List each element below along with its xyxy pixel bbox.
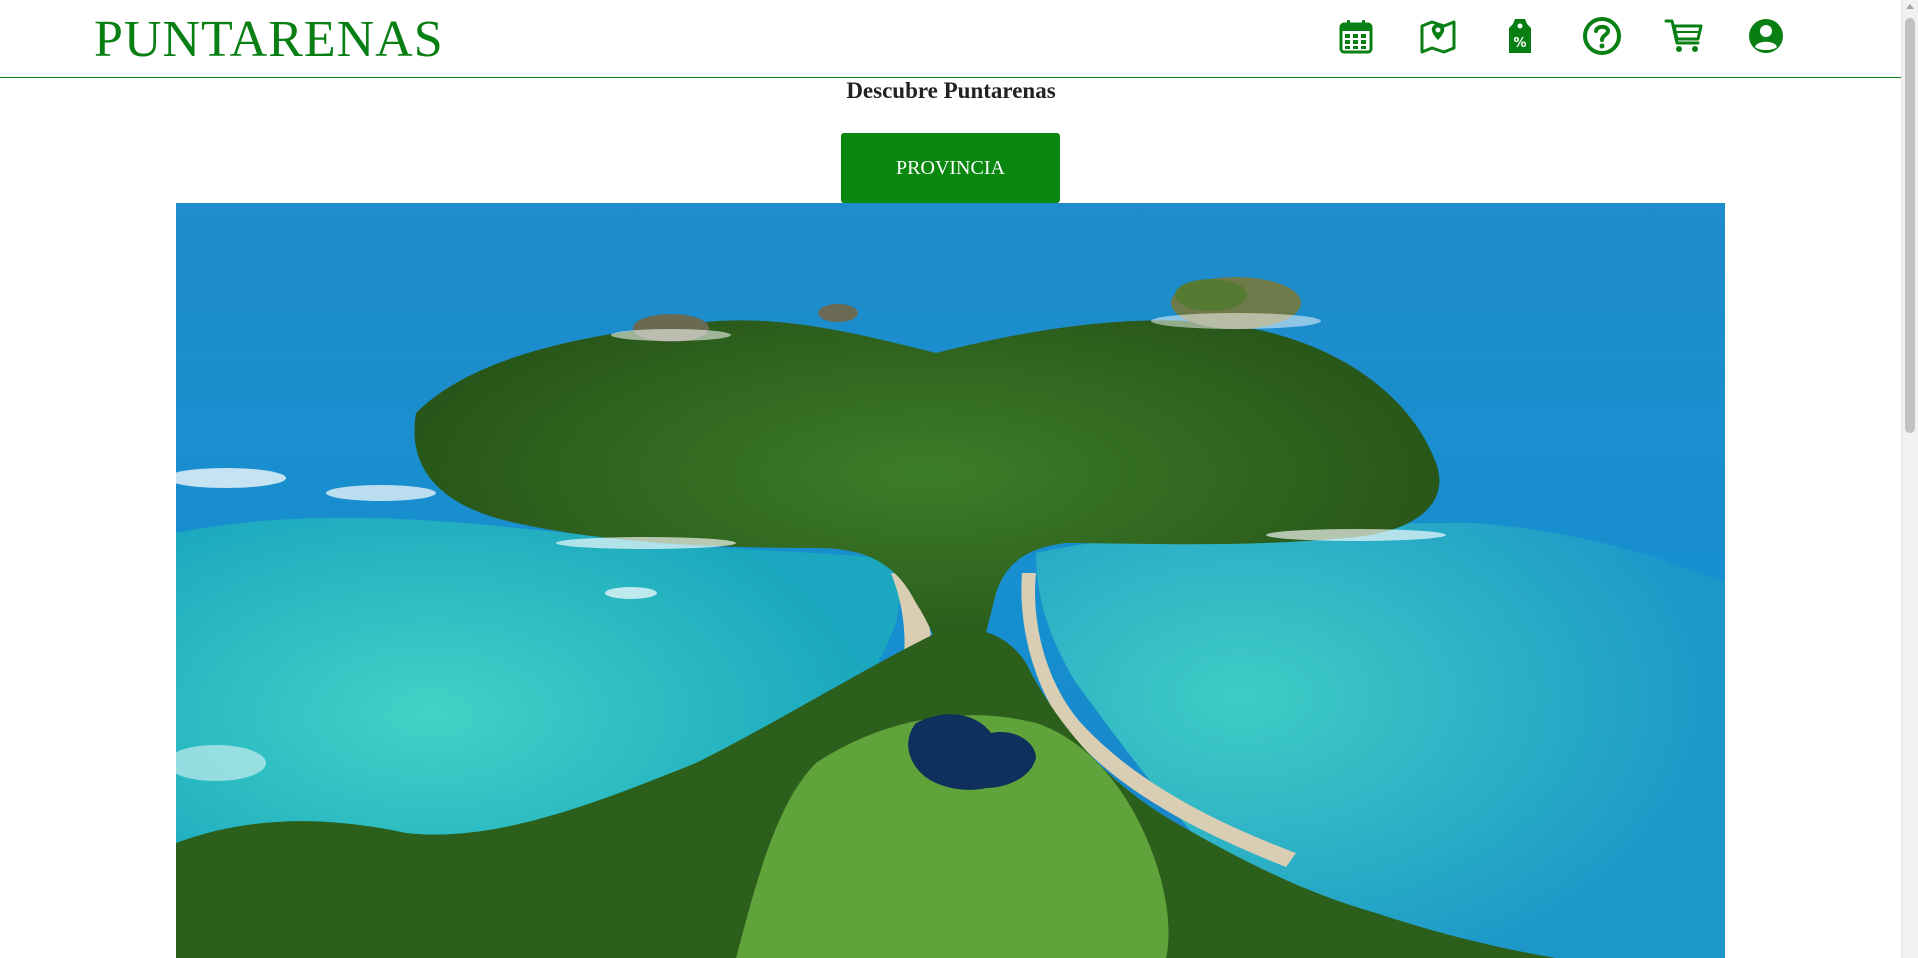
site-header: PUNTARENAS %: [0, 0, 1902, 78]
scroll-up-icon[interactable]: [1906, 4, 1914, 9]
top-nav: %: [1330, 14, 1790, 58]
offers-button[interactable]: %: [1498, 14, 1542, 58]
provincia-button[interactable]: PROVINCIA: [841, 133, 1060, 203]
user-icon: [1749, 19, 1783, 53]
scroll-thumb[interactable]: [1905, 18, 1915, 433]
map-button[interactable]: [1416, 14, 1460, 58]
help-button[interactable]: [1580, 14, 1624, 58]
account-button[interactable]: [1744, 14, 1788, 58]
page-heading: Descubre Puntarenas: [846, 78, 1056, 103]
cart-button[interactable]: [1662, 14, 1706, 58]
calendar-button[interactable]: [1334, 14, 1378, 58]
brand-logo[interactable]: PUNTARENAS: [94, 10, 444, 69]
hero-image: [176, 203, 1725, 958]
hero-illustration: [176, 203, 1725, 958]
page-scrollbar[interactable]: [1901, 0, 1918, 958]
cart-icon: [1664, 19, 1703, 52]
map-pin-icon: [1420, 20, 1456, 54]
help-icon: [1583, 17, 1621, 55]
calendar-icon: [1339, 20, 1373, 54]
discount-tag-icon: %: [1509, 19, 1531, 53]
discount-glyph: %: [1513, 36, 1526, 51]
